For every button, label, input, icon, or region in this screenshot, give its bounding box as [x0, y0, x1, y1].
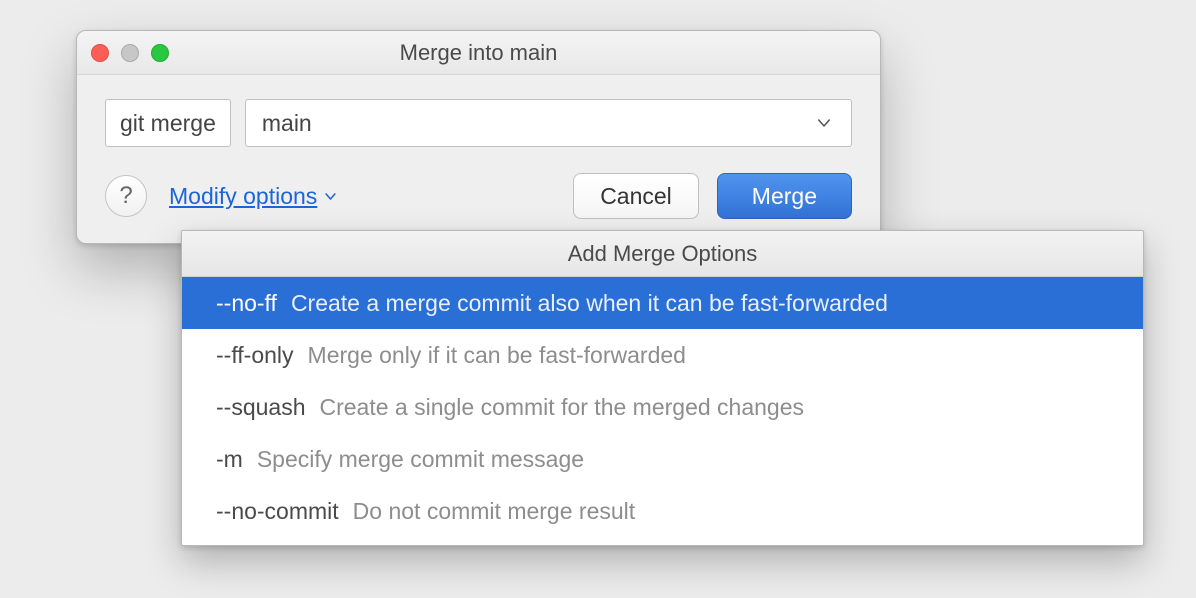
modify-options-label: Modify options	[169, 183, 317, 210]
git-command-label: git merge	[105, 99, 231, 147]
window-title: Merge into main	[77, 40, 880, 66]
merge-option-description: Do not commit merge result	[353, 498, 635, 525]
merge-option-item[interactable]: -m Specify merge commit message	[182, 433, 1143, 485]
merge-options-list: --no-ff Create a merge commit also when i…	[182, 277, 1143, 545]
window-close-button[interactable]	[91, 44, 109, 62]
dialog-footer: ? Modify options Cancel Merge	[105, 173, 852, 219]
dialog-buttons: Cancel Merge	[573, 173, 852, 219]
merge-option-description: Specify merge commit message	[257, 446, 584, 473]
merge-option-flag: --no-ff	[216, 290, 277, 317]
merge-option-description: Merge only if it can be fast-forwarded	[308, 342, 686, 369]
merge-option-item[interactable]: --ff-only Merge only if it can be fast-fo…	[182, 329, 1143, 381]
merge-options-popup: Add Merge Options --no-ff Create a merge …	[181, 230, 1144, 546]
merge-option-flag: --squash	[216, 394, 305, 421]
merge-option-flag: -m	[216, 446, 243, 473]
window-zoom-button[interactable]	[151, 44, 169, 62]
help-button[interactable]: ?	[105, 175, 147, 217]
merge-option-description: Create a single commit for the merged ch…	[319, 394, 804, 421]
merge-option-flag: --no-commit	[216, 498, 339, 525]
branch-dropdown[interactable]: main	[245, 99, 852, 147]
command-row: git merge main	[105, 99, 852, 147]
merge-option-item[interactable]: --no-ff Create a merge commit also when i…	[182, 277, 1143, 329]
modify-options-link[interactable]: Modify options	[169, 183, 338, 210]
help-icon: ?	[119, 182, 132, 210]
merge-option-item[interactable]: --squash Create a single commit for the m…	[182, 381, 1143, 433]
popup-title: Add Merge Options	[182, 231, 1143, 277]
window-minimize-button[interactable]	[121, 44, 139, 62]
branch-dropdown-value: main	[262, 110, 312, 137]
dialog-body: git merge main ? Modify options Cancel M…	[77, 75, 880, 243]
window-controls	[91, 44, 169, 62]
merge-option-item[interactable]: --no-commit Do not commit merge result	[182, 485, 1143, 537]
merge-button[interactable]: Merge	[717, 173, 852, 219]
chevron-down-icon	[323, 189, 338, 204]
merge-option-flag: --ff-only	[216, 342, 294, 369]
title-bar: Merge into main	[77, 31, 880, 75]
chevron-down-icon	[815, 114, 833, 132]
merge-option-description: Create a merge commit also when it can b…	[291, 290, 888, 317]
merge-dialog: Merge into main git merge main ? Modify …	[76, 30, 881, 244]
cancel-button[interactable]: Cancel	[573, 173, 699, 219]
